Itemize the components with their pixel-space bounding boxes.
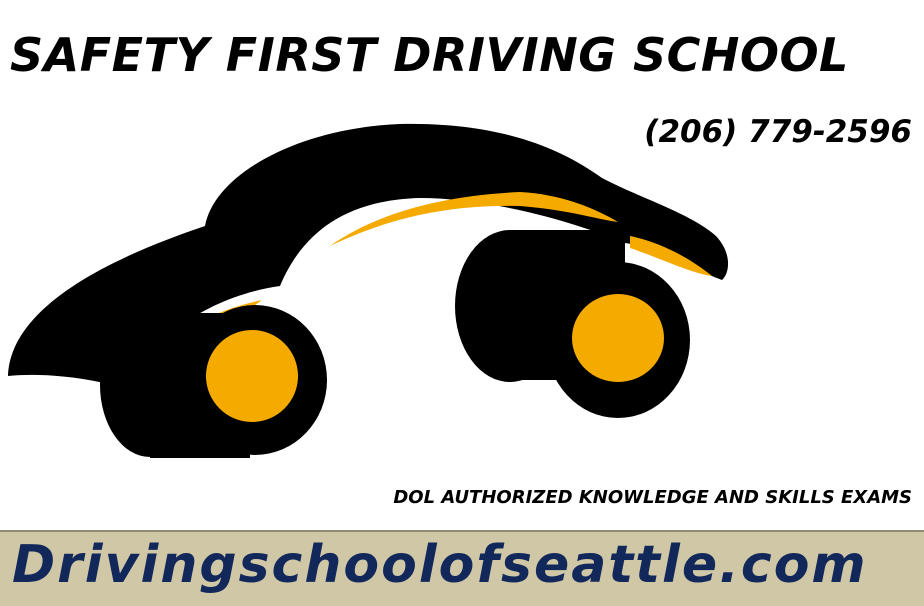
car-icon [8,123,729,458]
page-title: SAFETY FIRST DRIVING SCHOOL [10,28,849,82]
front-wheel [455,230,690,418]
rear-wheel [100,305,327,458]
tagline: DOL AUTHORIZED KNOWLEDGE AND SKILLS EXAM… [393,487,912,508]
website-banner: Drivingschoolofseattle.com [0,530,924,606]
website-url[interactable]: Drivingschoolofseattle.com [12,535,868,595]
